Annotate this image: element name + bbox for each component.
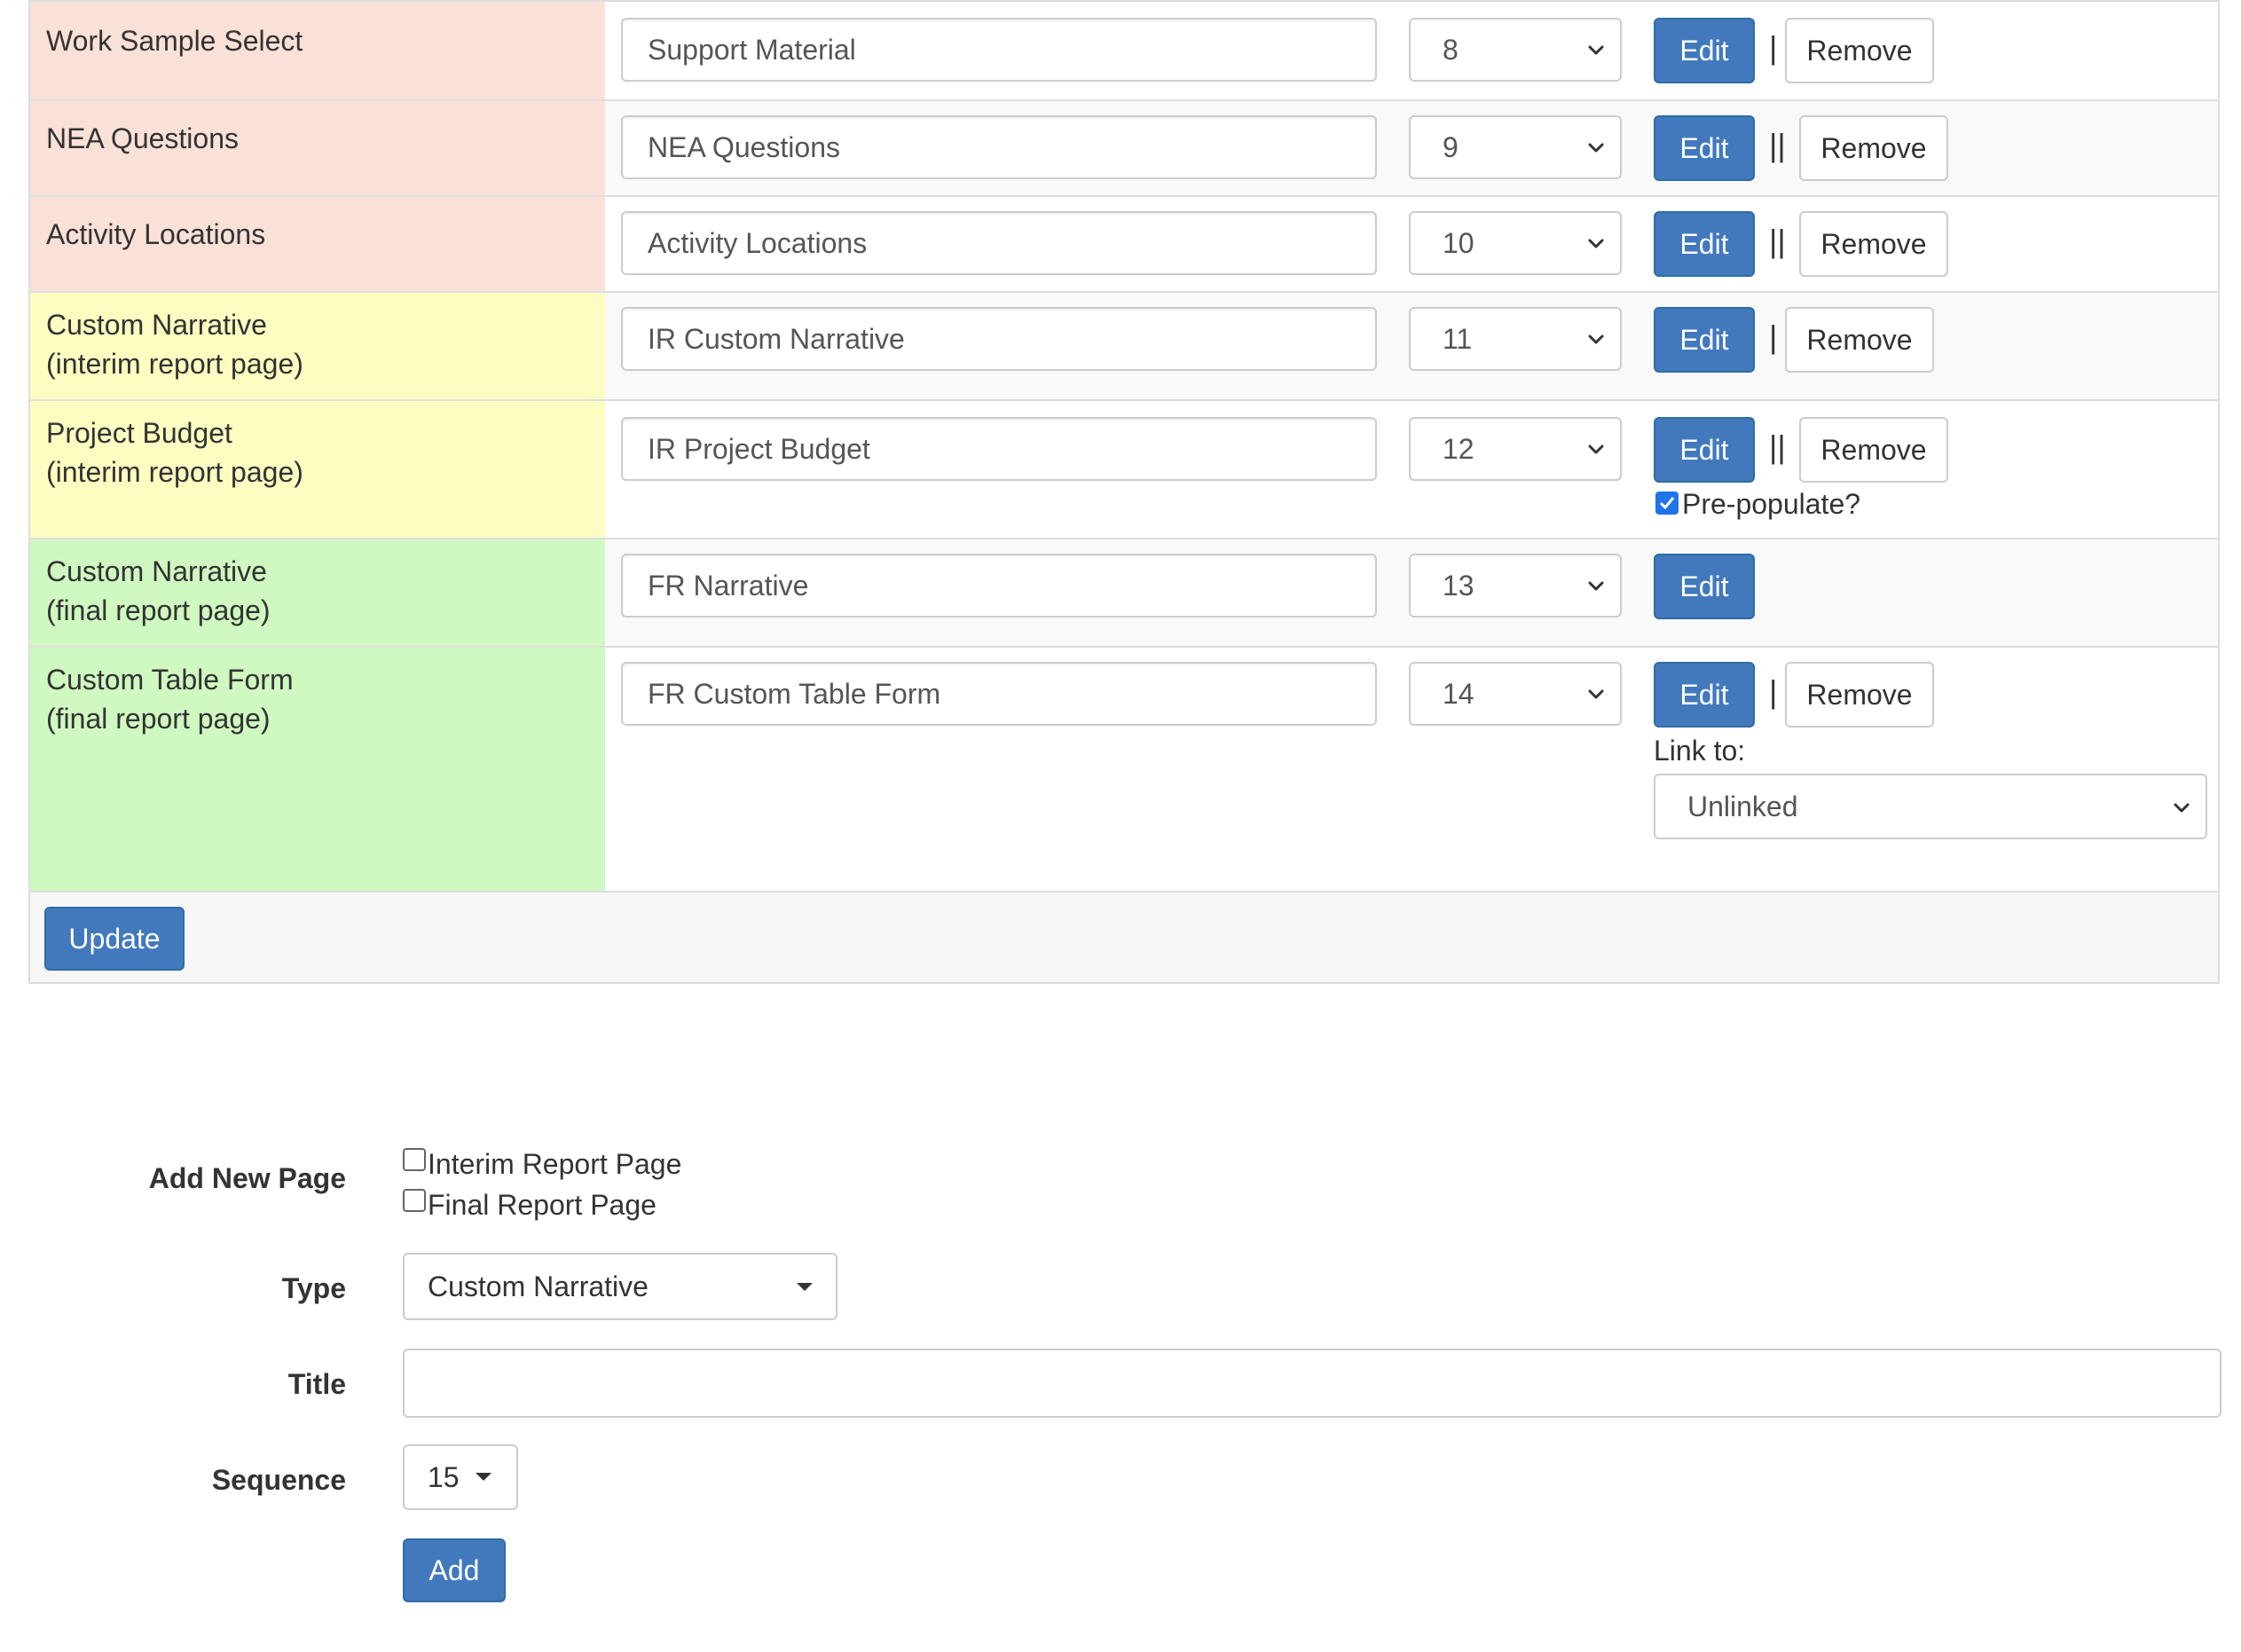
page-type-cell: Project Budget (interim report page) — [30, 401, 605, 538]
separator: | — [1769, 673, 1778, 710]
final-report-checkbox[interactable] — [403, 1189, 426, 1212]
sequence-select[interactable]: 8 — [1409, 18, 1622, 82]
chevron-down-icon — [1586, 577, 1606, 596]
edit-button[interactable]: Edit — [1654, 662, 1755, 728]
page-title-input[interactable]: NEA Questions — [621, 115, 1377, 179]
edit-button[interactable]: Edit — [1654, 417, 1755, 483]
page-row: Custom Table Form (final report page) FR… — [30, 648, 2218, 893]
sequence-label: Sequence — [211, 1464, 346, 1496]
remove-button[interactable]: Remove — [1799, 417, 1948, 483]
page-type-cell: NEA Questions — [30, 101, 605, 195]
separator: || — [1769, 127, 1786, 163]
page-type-cell: Activity Locations — [30, 197, 605, 291]
sequence-value: 13 — [1443, 570, 1474, 602]
edit-button[interactable]: Edit — [1654, 307, 1755, 373]
sequence-value: 15 — [428, 1461, 460, 1493]
chevron-down-icon — [1586, 234, 1606, 254]
edit-button[interactable]: Edit — [1654, 554, 1755, 619]
page-title-input[interactable]: IR Custom Narrative — [621, 307, 1377, 371]
title-input[interactable] — [403, 1349, 2221, 1418]
caret-down-icon — [797, 1283, 813, 1291]
sequence-dropdown[interactable]: 15 — [403, 1444, 518, 1510]
sequence-select[interactable]: 11 — [1409, 307, 1622, 371]
page-title-input[interactable]: Support Material — [621, 18, 1377, 82]
page-type-label: Custom Narrative — [46, 309, 267, 341]
page-row: Custom Narrative (interim report page) I… — [30, 293, 2218, 401]
page-type-label: Work Sample Select — [46, 25, 303, 57]
page-type-sublabel: (interim report page) — [46, 456, 303, 488]
page-title-input[interactable]: Activity Locations — [621, 211, 1377, 275]
page-title-input[interactable]: FR Narrative — [621, 554, 1377, 618]
page-title-input[interactable]: IR Project Budget — [621, 417, 1377, 481]
sequence-select[interactable]: 10 — [1409, 211, 1622, 275]
page-title-input[interactable]: FR Custom Table Form — [621, 662, 1377, 726]
prepopulate-label: Pre-populate? — [1682, 488, 1861, 520]
type-dropdown[interactable]: Custom Narrative — [403, 1253, 837, 1320]
page-type-cell: Custom Narrative (final report page) — [30, 539, 605, 646]
type-value: Custom Narrative — [428, 1270, 649, 1302]
page-row: Work Sample Select Support Material 8 Ed… — [30, 2, 2218, 101]
edit-button[interactable]: Edit — [1654, 115, 1755, 181]
sequence-value: 14 — [1443, 678, 1474, 710]
update-button[interactable]: Update — [44, 907, 185, 971]
remove-button[interactable]: Remove — [1785, 307, 1934, 373]
sequence-select[interactable]: 13 — [1409, 554, 1622, 618]
sequence-value: 10 — [1443, 227, 1474, 259]
edit-button[interactable]: Edit — [1654, 211, 1755, 277]
sequence-value: 8 — [1443, 34, 1459, 66]
remove-button[interactable]: Remove — [1785, 662, 1934, 728]
page-type-label: Activity Locations — [46, 218, 266, 250]
page-type-cell: Work Sample Select — [30, 2, 605, 99]
interim-report-label: Interim Report Page — [428, 1148, 682, 1180]
page-row: Activity Locations Activity Locations 10… — [30, 197, 2218, 293]
add-new-page-heading: Add New Page — [148, 1162, 346, 1194]
final-report-label: Final Report Page — [428, 1189, 657, 1221]
chevron-down-icon — [1586, 330, 1606, 350]
chevron-down-icon — [1586, 440, 1606, 460]
separator: | — [1769, 319, 1778, 355]
sequence-value: 11 — [1443, 323, 1473, 355]
interim-report-checkbox[interactable] — [403, 1148, 426, 1171]
chevron-down-icon — [1586, 41, 1606, 60]
page-row: Project Budget (interim report page) IR … — [30, 401, 2218, 539]
link-to-select[interactable]: Unlinked — [1654, 774, 2207, 839]
chevron-down-icon — [2172, 798, 2191, 818]
type-label: Type — [281, 1272, 346, 1304]
chevron-down-icon — [1586, 138, 1606, 158]
page-row: NEA Questions NEA Questions 9 Edit || Re… — [30, 101, 2218, 197]
separator: || — [1769, 223, 1786, 259]
page-type-label: Project Budget — [46, 417, 232, 449]
chevron-down-icon — [1586, 685, 1606, 704]
caret-down-icon — [476, 1473, 491, 1481]
page-type-sublabel: (final report page) — [46, 703, 271, 735]
update-footer: Update — [30, 893, 2218, 982]
pages-table: Work Sample Select Support Material 8 Ed… — [28, 0, 2220, 984]
page-type-cell: Custom Table Form (final report page) — [30, 648, 605, 891]
sequence-select[interactable]: 9 — [1409, 115, 1622, 179]
edit-button[interactable]: Edit — [1654, 18, 1755, 83]
remove-button[interactable]: Remove — [1799, 115, 1948, 181]
page-type-sublabel: (interim report page) — [46, 348, 303, 380]
link-to-value: Unlinked — [1687, 791, 1798, 822]
title-label: Title — [287, 1368, 346, 1400]
page-type-label: NEA Questions — [46, 122, 239, 154]
sequence-value: 12 — [1443, 433, 1474, 465]
separator: | — [1769, 29, 1778, 66]
separator: || — [1769, 429, 1786, 465]
page-type-label: Custom Table Form — [46, 664, 294, 696]
page-row: Custom Narrative (final report page) FR … — [30, 539, 2218, 648]
checkmark-icon — [1659, 497, 1675, 510]
sequence-select[interactable]: 12 — [1409, 417, 1622, 481]
prepopulate-checkbox[interactable] — [1655, 492, 1679, 515]
add-button[interactable]: Add — [403, 1538, 506, 1602]
remove-button[interactable]: Remove — [1785, 18, 1934, 83]
link-to-label: Link to: — [1654, 735, 1746, 767]
page-type-label: Custom Narrative — [46, 555, 267, 587]
sequence-value: 9 — [1443, 131, 1459, 163]
sequence-select[interactable]: 14 — [1409, 662, 1622, 726]
page-type-sublabel: (final report page) — [46, 594, 271, 626]
page-type-cell: Custom Narrative (interim report page) — [30, 293, 605, 399]
remove-button[interactable]: Remove — [1799, 211, 1948, 277]
